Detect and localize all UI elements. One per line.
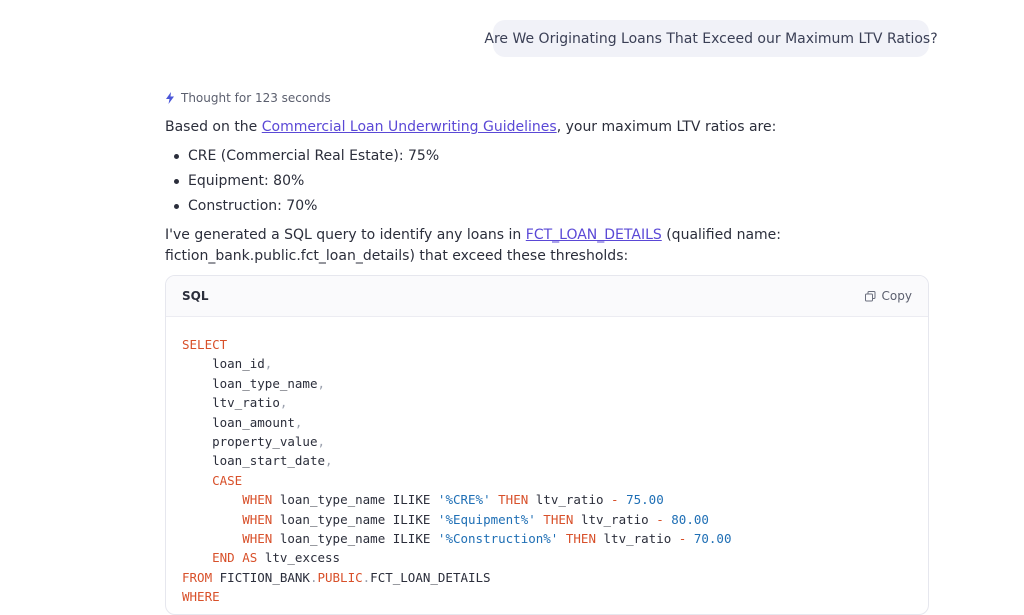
list-item: Equipment: 80% bbox=[165, 172, 439, 197]
ltv-bullet-list: CRE (Commercial Real Estate): 75% Equipm… bbox=[165, 147, 439, 222]
code-token: 80.00 bbox=[671, 511, 709, 527]
code-token: '%Equipment%' bbox=[437, 511, 536, 527]
code-line: WHEN loan_type_name ILIKE '%Equipment%' … bbox=[182, 510, 912, 529]
code-token: FICTION_BANK bbox=[219, 569, 310, 585]
code-token: THEN bbox=[565, 530, 596, 546]
code-token: loan_start_date bbox=[212, 453, 325, 469]
code-token: END bbox=[212, 550, 235, 566]
code-token: FROM bbox=[182, 569, 213, 585]
code-token: , bbox=[294, 414, 303, 430]
intro-paragraph: Based on the Commercial Loan Underwritin… bbox=[165, 119, 776, 135]
user-message-bubble: Are We Originating Loans That Exceed our… bbox=[484, 20, 938, 57]
code-token: WHEN bbox=[242, 530, 273, 546]
code-token: 70.00 bbox=[693, 530, 732, 546]
code-line: WHEN loan_type_name ILIKE '%Construction… bbox=[182, 529, 912, 548]
code-line: loan_id, bbox=[182, 354, 912, 373]
code-line: WHEN loan_type_name ILIKE '%CRE%' THEN l… bbox=[182, 490, 912, 509]
code-token: loan_amount bbox=[212, 414, 295, 430]
query-prefix: I've generated a SQL query to identify a… bbox=[165, 227, 526, 243]
code-token: property_value bbox=[212, 433, 318, 449]
code-token: - bbox=[656, 511, 664, 527]
lightning-icon bbox=[166, 92, 174, 104]
code-line: CASE bbox=[182, 471, 912, 490]
code-line: loan_start_date, bbox=[182, 451, 912, 470]
code-block: SQL Copy SELECT loan_id, loan_type_name,… bbox=[165, 275, 929, 615]
code-token: ILIKE bbox=[392, 492, 431, 508]
code-token: , bbox=[264, 356, 273, 372]
thought-label: Thought for 123 seconds bbox=[181, 91, 331, 105]
code-language-label: SQL bbox=[182, 289, 209, 303]
guidelines-link[interactable]: Commercial Loan Underwriting Guidelines bbox=[262, 119, 557, 135]
code-line: WHERE bbox=[182, 587, 912, 606]
code-token: , bbox=[325, 453, 333, 469]
code-token: loan_type_name bbox=[212, 375, 318, 391]
code-token: loan_type_name bbox=[279, 492, 386, 508]
code-token: , bbox=[317, 433, 325, 449]
code-line: property_value, bbox=[182, 432, 912, 451]
code-token: ltv_ratio bbox=[535, 492, 604, 508]
code-line: loan_amount, bbox=[182, 413, 912, 432]
code-token: THEN bbox=[498, 492, 529, 508]
thought-toggle[interactable]: Thought for 123 seconds bbox=[165, 91, 331, 105]
code-token: ILIKE bbox=[392, 511, 431, 527]
code-token: PUBLIC bbox=[317, 569, 363, 585]
user-message-text: Are We Originating Loans That Exceed our… bbox=[484, 30, 938, 47]
code-token: ltv_excess bbox=[264, 550, 341, 566]
table-link[interactable]: FCT_LOAN_DETAILS bbox=[526, 227, 662, 243]
code-content: SELECT loan_id, loan_type_name, ltv_rati… bbox=[166, 317, 928, 606]
code-token: WHEN bbox=[242, 511, 273, 527]
code-token: ltv_ratio bbox=[580, 511, 649, 527]
code-token: ltv_ratio bbox=[212, 395, 280, 411]
code-token: - bbox=[678, 530, 687, 546]
code-token: - bbox=[611, 492, 619, 508]
code-token: ILIKE bbox=[392, 530, 431, 546]
intro-suffix: , your maximum LTV ratios are: bbox=[556, 119, 777, 135]
code-token: ltv_ratio bbox=[603, 530, 672, 546]
code-line: ltv_ratio, bbox=[182, 393, 912, 412]
code-token: WHEN bbox=[242, 492, 273, 508]
code-token: '%Construction%' bbox=[437, 530, 559, 546]
code-line: loan_type_name, bbox=[182, 374, 912, 393]
code-token: loan_type_name bbox=[279, 511, 386, 527]
code-token: SELECT bbox=[182, 337, 228, 352]
code-token: 75.00 bbox=[626, 492, 664, 508]
copy-button[interactable]: Copy bbox=[864, 289, 912, 303]
query-paragraph-line2: fiction_bank.public.fct_loan_details) th… bbox=[165, 248, 629, 264]
code-token: loan_type_name bbox=[279, 530, 386, 546]
intro-prefix: Based on the bbox=[165, 119, 262, 135]
code-token: CASE bbox=[212, 472, 243, 488]
list-item: CRE (Commercial Real Estate): 75% bbox=[165, 147, 439, 172]
copy-icon bbox=[864, 290, 876, 301]
code-token: THEN bbox=[543, 511, 574, 527]
code-token: loan_id bbox=[212, 356, 265, 372]
code-token: AS bbox=[242, 550, 258, 566]
query-suffix: (qualified name: bbox=[661, 227, 781, 243]
code-line: FROM FICTION_BANK.PUBLIC.FCT_LOAN_DETAIL… bbox=[182, 568, 912, 587]
copy-label: Copy bbox=[881, 289, 912, 303]
code-token: FCT_LOAN_DETAILS bbox=[370, 569, 491, 585]
code-token: , bbox=[317, 375, 325, 391]
code-line: SELECT bbox=[182, 335, 912, 354]
code-token: , bbox=[279, 395, 288, 411]
code-token: '%CRE%' bbox=[437, 492, 491, 508]
list-item: Construction: 70% bbox=[165, 197, 439, 222]
query-paragraph-line1: I've generated a SQL query to identify a… bbox=[165, 227, 781, 243]
code-header: SQL Copy bbox=[166, 276, 928, 317]
code-line: END AS ltv_excess bbox=[182, 548, 912, 567]
